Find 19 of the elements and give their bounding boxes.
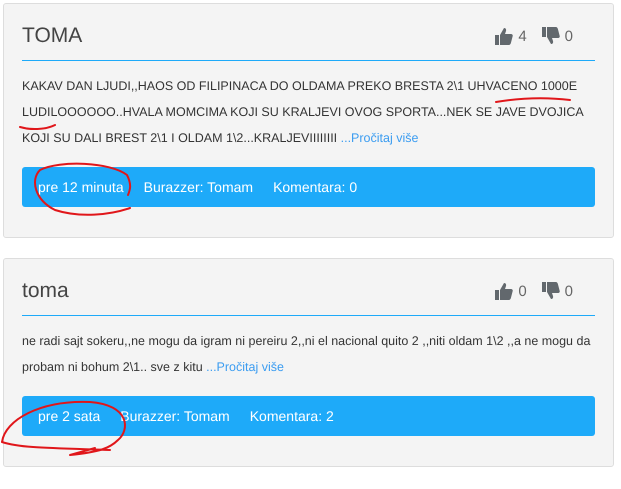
post-title: TOMA	[22, 24, 82, 48]
post-time: pre 12 minuta	[38, 179, 124, 195]
comment-count: Komentara: 0	[273, 179, 358, 195]
comment-count: Komentara: 2	[250, 408, 334, 424]
thumbs-down-icon[interactable]	[540, 281, 561, 301]
dislike-count: 0	[564, 28, 573, 44]
read-more-link[interactable]: ...Pročitaj više	[340, 131, 418, 145]
post-title: toma	[22, 279, 69, 303]
like-count: 0	[518, 282, 527, 300]
thumbs-up-icon[interactable]	[494, 281, 514, 301]
post-author: Burazzer: Tomam	[144, 179, 254, 195]
post-text: KAKAV DAN LJUDI,,HAOS OD FILIPINACA DO OLDAMA PREKO BRESTA 2\1 UHVACENO 1000E LUDILOOOOOO..HVALA MOMCIMA KOJI SU KRALJEVI OVOG SPORTA...NEK SE JAVE DVOJICA KOJI SU DALI BREST 2\1 I OLDAM 1\2...KRALJEVIIIIIIII ...Pročitaj više	[22, 78, 584, 147]
thumbs-down-icon[interactable]	[540, 26, 561, 46]
like-count: 4	[518, 28, 527, 44]
read-more-link[interactable]: ...Pročitaj više	[206, 360, 284, 374]
post-time: pre 2 sata	[38, 408, 100, 424]
thumbs-up-icon[interactable]	[494, 26, 514, 46]
dislike-count: 0	[564, 282, 573, 300]
post-text: ne radi sajt sokeru,,ne mogu da igram ni pereiru 2,,ni el nacional quito 2 ,,niti oldam 1\2 ,,a ne mogu da probam ni bohum 2\1.. sve z kitu ...Pročitaj više	[22, 333, 592, 376]
